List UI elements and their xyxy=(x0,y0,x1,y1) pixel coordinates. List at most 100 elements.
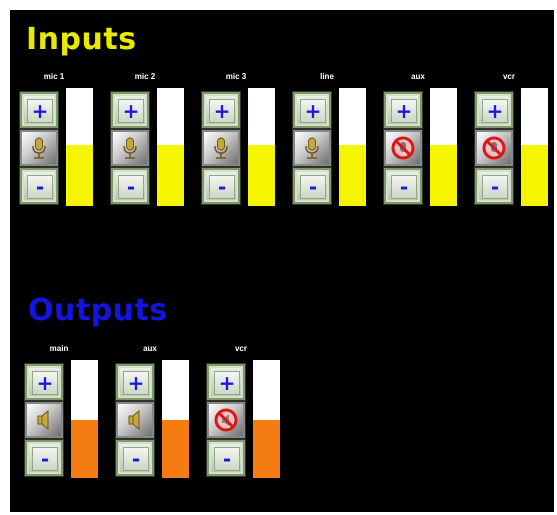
input-channel-line: line + - xyxy=(293,72,379,212)
channel-label: mic 3 xyxy=(225,72,247,81)
volume-down-button-symbol: - xyxy=(399,175,409,199)
volume-up-button-symbol: + xyxy=(127,371,145,395)
volume-down-button-face: - xyxy=(123,447,149,471)
volume-up-button-symbol: + xyxy=(304,99,322,123)
volume-down-button[interactable]: - xyxy=(207,440,245,476)
level-meter-fill xyxy=(66,144,93,206)
volume-down-button[interactable]: - xyxy=(384,168,422,204)
mic-icon xyxy=(305,137,319,159)
muted-mic-icon xyxy=(482,136,506,160)
volume-up-button-face: + xyxy=(209,99,235,123)
volume-up-button[interactable]: + xyxy=(384,92,422,128)
input-channel-mic-1: mic 1 + - xyxy=(20,72,106,212)
mic-icon xyxy=(32,137,46,159)
volume-up-button-symbol: + xyxy=(395,99,413,123)
channel-label: vcr xyxy=(502,72,515,81)
mute-toggle-button[interactable] xyxy=(116,402,154,438)
volume-down-button[interactable]: - xyxy=(116,440,154,476)
channel-label: line xyxy=(320,72,334,81)
volume-down-button[interactable]: - xyxy=(25,440,63,476)
volume-down-button[interactable]: - xyxy=(293,168,331,204)
mute-toggle-button[interactable] xyxy=(293,130,331,166)
level-meter xyxy=(157,88,184,206)
level-meter-fill xyxy=(253,420,280,478)
outputs-title: Outputs xyxy=(28,293,168,328)
mute-toggle-button[interactable] xyxy=(475,130,513,166)
volume-down-button[interactable]: - xyxy=(475,168,513,204)
mic-icon xyxy=(214,137,228,159)
volume-up-button-symbol: + xyxy=(36,371,54,395)
volume-down-button-symbol: - xyxy=(35,175,45,199)
level-meter-fill xyxy=(248,144,275,206)
channel-label: aux xyxy=(143,344,157,353)
volume-down-button-symbol: - xyxy=(126,175,136,199)
mute-toggle-button[interactable] xyxy=(207,402,245,438)
channel-label: aux xyxy=(411,72,425,81)
volume-up-button[interactable]: + xyxy=(116,364,154,400)
level-meter-fill xyxy=(162,420,189,478)
input-channel-vcr: vcr + - xyxy=(475,72,557,212)
mic-icon xyxy=(123,137,137,159)
volume-up-button[interactable]: + xyxy=(202,92,240,128)
volume-up-button-face: + xyxy=(482,99,508,123)
output-channel-main: main + - xyxy=(25,344,111,484)
mute-toggle-button[interactable] xyxy=(202,130,240,166)
mute-toggle-button[interactable] xyxy=(20,130,58,166)
level-meter xyxy=(521,88,548,206)
volume-down-button-face: - xyxy=(482,175,508,199)
mute-toggle-button[interactable] xyxy=(25,402,63,438)
level-meter xyxy=(162,360,189,478)
volume-up-button-face: + xyxy=(27,99,53,123)
input-channel-mic-3: mic 3 + - xyxy=(202,72,288,212)
volume-up-button-face: + xyxy=(118,99,144,123)
mixer-panel: Inputs mic 1 + - mic 2 + - mic 3 + - line + - aux + - v… xyxy=(10,10,554,512)
level-meter xyxy=(71,360,98,478)
mute-toggle-button[interactable] xyxy=(111,130,149,166)
volume-up-button[interactable]: + xyxy=(293,92,331,128)
volume-up-button[interactable]: + xyxy=(207,364,245,400)
volume-down-button-face: - xyxy=(32,447,58,471)
inputs-title: Inputs xyxy=(26,22,137,57)
channel-label: vcr xyxy=(234,344,247,353)
volume-down-button-face: - xyxy=(300,175,326,199)
volume-down-button[interactable]: - xyxy=(111,168,149,204)
volume-up-button-symbol: + xyxy=(218,371,236,395)
input-channel-mic-2: mic 2 + - xyxy=(111,72,197,212)
volume-up-button[interactable]: + xyxy=(111,92,149,128)
volume-down-button-face: - xyxy=(391,175,417,199)
volume-down-button-face: - xyxy=(27,175,53,199)
level-meter xyxy=(253,360,280,478)
volume-down-button-symbol: - xyxy=(222,447,232,471)
channel-label: mic 1 xyxy=(43,72,65,81)
volume-down-button-symbol: - xyxy=(217,175,227,199)
volume-down-button-face: - xyxy=(214,447,240,471)
output-channel-aux: aux + - xyxy=(116,344,202,484)
level-meter-fill xyxy=(339,144,366,206)
volume-up-button[interactable]: + xyxy=(475,92,513,128)
level-meter-fill xyxy=(71,420,98,478)
level-meter xyxy=(66,88,93,206)
level-meter-fill xyxy=(157,144,184,206)
volume-down-button-symbol: - xyxy=(131,447,141,471)
volume-up-button-symbol: + xyxy=(31,99,49,123)
volume-up-button[interactable]: + xyxy=(20,92,58,128)
channel-label: main xyxy=(49,344,69,353)
channel-label: mic 2 xyxy=(134,72,156,81)
volume-down-button-symbol: - xyxy=(490,175,500,199)
speaker-icon xyxy=(128,409,140,431)
volume-up-button-symbol: + xyxy=(486,99,504,123)
volume-up-button[interactable]: + xyxy=(25,364,63,400)
volume-up-button-symbol: + xyxy=(213,99,231,123)
speaker-icon xyxy=(37,409,49,431)
muted-mic-icon xyxy=(391,136,415,160)
volume-up-button-face: + xyxy=(214,371,240,395)
output-channel-vcr: vcr + - xyxy=(207,344,293,484)
volume-down-button[interactable]: - xyxy=(202,168,240,204)
volume-down-button-symbol: - xyxy=(40,447,50,471)
volume-up-button-symbol: + xyxy=(122,99,140,123)
level-meter xyxy=(339,88,366,206)
volume-down-button[interactable]: - xyxy=(20,168,58,204)
mute-toggle-button[interactable] xyxy=(384,130,422,166)
muted-speaker-icon xyxy=(214,408,238,432)
volume-up-button-face: + xyxy=(300,99,326,123)
